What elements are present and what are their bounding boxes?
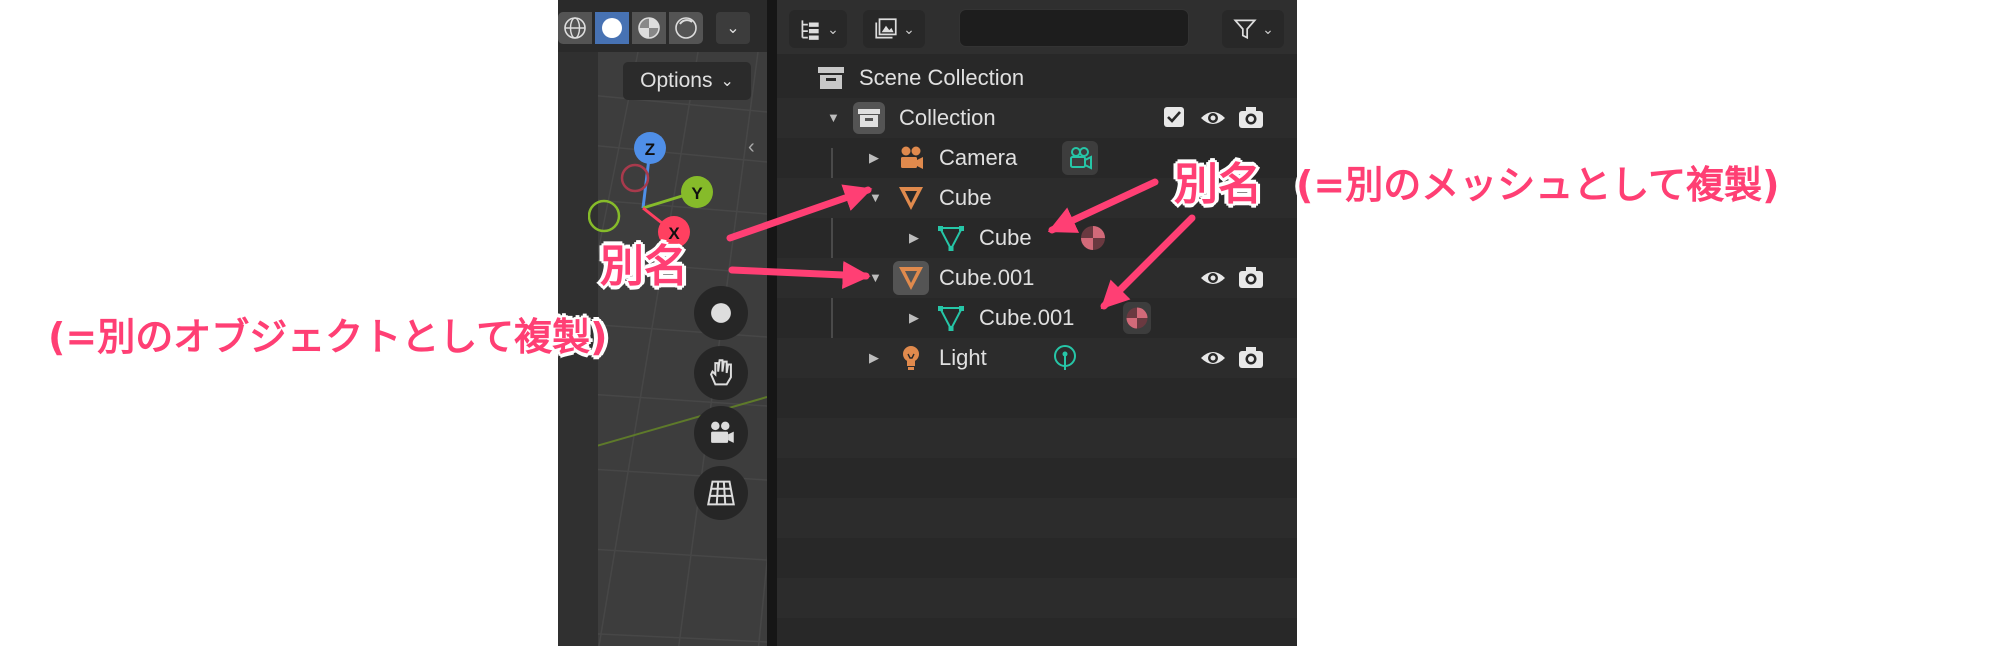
arrow-to-cube001-object [728, 260, 871, 289]
annotation-left-title: 別名 [600, 241, 688, 292]
arrow-to-cube-object [726, 184, 873, 242]
annotation-left-note: (=別のオブジェクトとして複製) [48, 315, 608, 359]
annotation-right-title: 別名 [1174, 159, 1262, 210]
arrow-to-cube001-mesh [1100, 214, 1196, 310]
annotation-right-note: (=別のメッシュとして複製) [1296, 163, 1780, 207]
arrow-to-cube-mesh [1047, 178, 1159, 234]
